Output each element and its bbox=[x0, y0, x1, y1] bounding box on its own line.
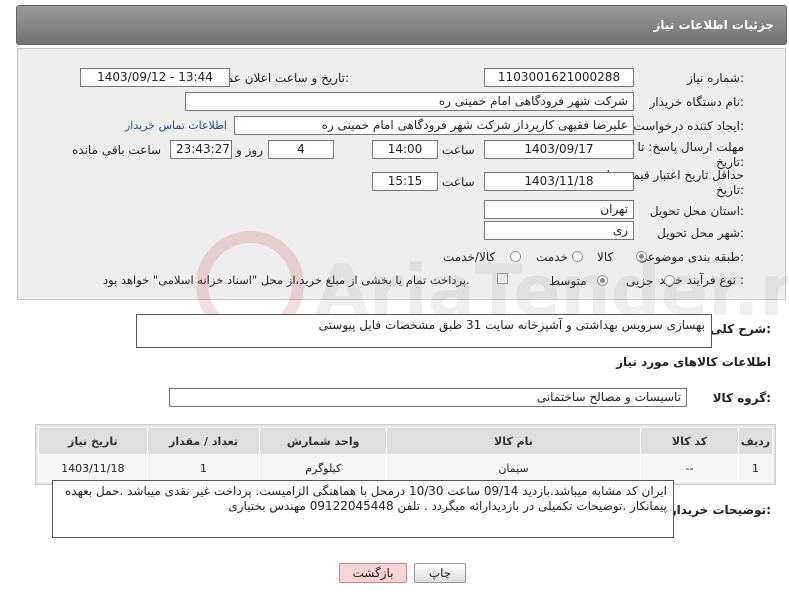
category-option-goods: کالا bbox=[597, 250, 614, 264]
province-label: استان محل تحویل: bbox=[649, 204, 744, 218]
validity-time-field: 15:15 bbox=[372, 172, 438, 191]
summary-field: بهسازی سرویس بهداشتی و آشپزخانه سایت 31 … bbox=[136, 314, 712, 348]
reply-time-label: ساعت bbox=[442, 143, 475, 157]
category-radio-goods-service[interactable] bbox=[510, 251, 521, 262]
category-label: طبقه بندی موضوعی: bbox=[637, 250, 744, 264]
col-unit-header: واحد شمارش bbox=[259, 427, 387, 455]
table-row: 1 -- سیمان کیلوگرم 1 1403/11/18 bbox=[38, 454, 773, 482]
city-label: شهر محل تحویل: bbox=[657, 226, 744, 240]
treasury-payment-note: پرداخت تمام یا بخشی از مبلغ خرید،از محل … bbox=[103, 273, 470, 287]
page-title: جزئیات اطلاعات نیاز bbox=[653, 18, 774, 32]
buyer-notes-label: توضیحات خریدار: bbox=[669, 503, 771, 517]
validity-date-field: 1403/11/18 bbox=[484, 172, 634, 191]
cell-name: سیمان bbox=[385, 454, 642, 482]
purchase-radio-medium[interactable] bbox=[597, 275, 608, 286]
cell-unit: کیلوگرم bbox=[259, 454, 387, 482]
buyer-org-label: نام دستگاه خریدار: bbox=[649, 95, 745, 109]
category-option-goods-service: کالا/خدمت bbox=[443, 250, 496, 264]
col-qty-header: تعداد / مقدار bbox=[146, 427, 261, 455]
remaining-time-field: 23:43:27 bbox=[170, 140, 232, 159]
requester-label: ایجاد کننده درخواست: bbox=[633, 119, 744, 133]
category-radio-goods[interactable] bbox=[636, 251, 647, 262]
buyer-org-field: شرکت شهر فرودگاهی امام خمینی ره bbox=[185, 92, 634, 111]
validity-time-label: ساعت bbox=[442, 175, 475, 189]
col-row-header: ردیف bbox=[738, 427, 773, 455]
reply-deadline-label: مهلت ارسال پاسخ: تا تاریخ: bbox=[637, 140, 744, 169]
category-option-service: خدمت bbox=[536, 250, 568, 264]
cell-row: 1 bbox=[738, 454, 773, 482]
requester-field: علیرضا فقیهی کارپرداز شرکت شهر فرودگاهی … bbox=[234, 116, 634, 135]
buyer-notes-field: ایران کد مشابه میباشد.بازدید 09/14 ساعت … bbox=[52, 480, 674, 538]
col-code-header: کد کالا bbox=[640, 427, 740, 455]
buyer-contact-link[interactable]: اطلاعات تماس خریدار bbox=[125, 119, 227, 132]
cell-date: 1403/11/18 bbox=[38, 454, 148, 482]
treasury-payment-checkbox[interactable] bbox=[497, 273, 508, 284]
goods-table: ردیف کد کالا نام کالا واحد شمارش تعداد /… bbox=[35, 424, 776, 485]
col-name-header: نام کالا bbox=[385, 427, 642, 455]
category-radio-service[interactable] bbox=[572, 251, 583, 262]
goods-table-header-row: ردیف کد کالا نام کالا واحد شمارش تعداد /… bbox=[38, 427, 773, 455]
reply-date-field: 1403/09/17 bbox=[484, 140, 634, 159]
announce-date-field: 1403/09/12 - 13:44 bbox=[80, 68, 230, 87]
days-remaining-field: 4 bbox=[268, 140, 334, 159]
remaining-time-label: ساعت باقی مانده bbox=[72, 143, 162, 157]
page-header: جزئیات اطلاعات نیاز bbox=[16, 5, 787, 45]
cell-code: -- bbox=[640, 454, 740, 482]
goods-group-label: گروه کالا: bbox=[712, 391, 771, 405]
back-button[interactable]: بازگشت bbox=[339, 563, 407, 583]
purchase-radio-minor[interactable] bbox=[664, 275, 675, 286]
purchase-option-minor: جزیی bbox=[626, 274, 654, 288]
cell-qty: 1 bbox=[146, 454, 261, 482]
need-number-label: شماره نیاز: bbox=[686, 71, 744, 85]
need-number-field: 1103001621000288 bbox=[484, 68, 634, 87]
purchase-option-medium: متوسط bbox=[549, 274, 587, 288]
goods-group-field: تاسیسات و مصالح ساختمانی bbox=[169, 388, 687, 407]
days-label: روز و bbox=[236, 143, 263, 157]
goods-section-title: اطلاعات کالاهای مورد نیاز bbox=[616, 355, 771, 369]
col-date-header: تاریخ نیاز bbox=[38, 427, 148, 455]
province-field: تهران bbox=[484, 200, 634, 219]
reply-time-field: 14:00 bbox=[372, 140, 438, 159]
print-button[interactable]: چاپ bbox=[414, 563, 466, 583]
city-field: ری bbox=[484, 221, 634, 240]
